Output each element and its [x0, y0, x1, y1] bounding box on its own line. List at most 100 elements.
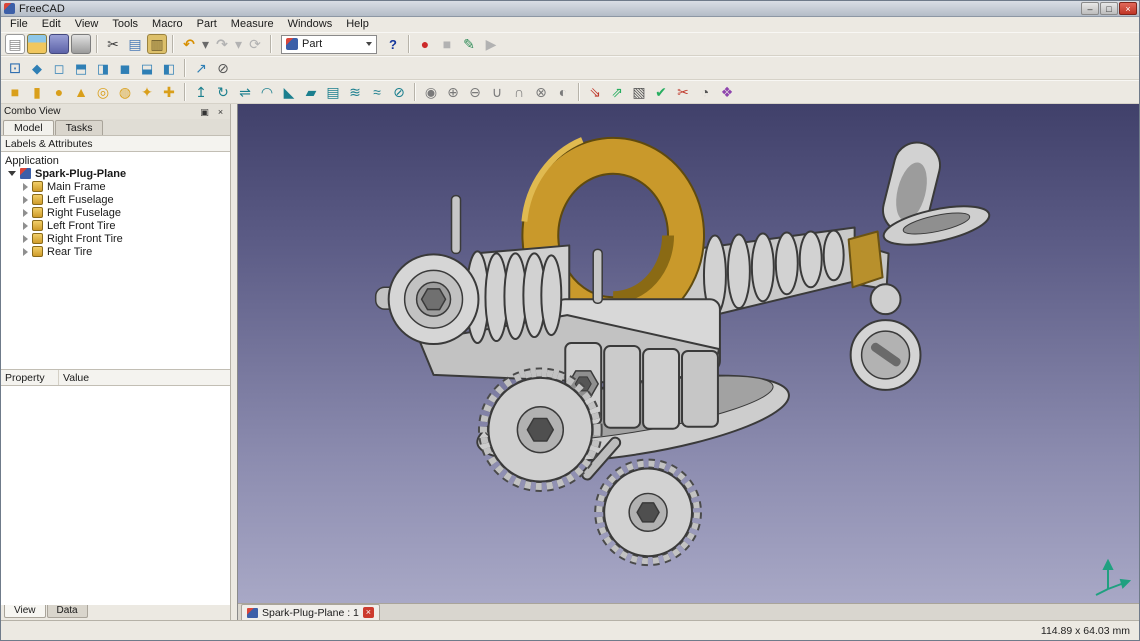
- tree-item[interactable]: Main Frame: [1, 180, 230, 193]
- redo-dropdown-icon[interactable]: ▾: [234, 34, 243, 54]
- menu-item[interactable]: Windows: [281, 17, 340, 32]
- undo-dropdown-icon[interactable]: ▾: [201, 34, 210, 54]
- macro-play-icon[interactable]: ▶: [481, 34, 501, 54]
- expander-icon[interactable]: [23, 247, 28, 256]
- refine-shape-icon[interactable]: ❖: [717, 82, 737, 102]
- menu-item[interactable]: Macro: [145, 17, 190, 32]
- defeaturing-icon[interactable]: ✂: [673, 82, 693, 102]
- make-face-icon[interactable]: ▰: [301, 82, 321, 102]
- connect-icon[interactable]: ⊗: [531, 82, 551, 102]
- expander-icon[interactable]: [23, 234, 28, 243]
- mirror-icon[interactable]: ⇌: [235, 82, 255, 102]
- tree-item[interactable]: Rear Tire: [1, 245, 230, 258]
- menu-item[interactable]: View: [68, 17, 106, 32]
- whatsthis-icon[interactable]: ?: [383, 34, 403, 54]
- close-panel-button[interactable]: ×: [214, 106, 227, 118]
- minimize-button[interactable]: –: [1081, 2, 1099, 15]
- bottom-view-icon[interactable]: ⬓: [137, 58, 157, 78]
- tab-tasks[interactable]: Tasks: [54, 120, 104, 135]
- tree-item[interactable]: Left Front Tire: [1, 219, 230, 232]
- rear-view-icon[interactable]: ◼: [115, 58, 135, 78]
- left-view-icon[interactable]: ◧: [159, 58, 179, 78]
- tab-view[interactable]: View: [4, 605, 46, 618]
- menu-item[interactable]: Help: [339, 17, 376, 32]
- check-geometry-icon[interactable]: ✔: [651, 82, 671, 102]
- tree-item-application[interactable]: Application: [1, 154, 230, 167]
- union-icon[interactable]: ∪: [487, 82, 507, 102]
- titlebar[interactable]: FreeCAD – □ ×: [1, 1, 1139, 17]
- expander-icon[interactable]: [23, 221, 28, 230]
- box-icon[interactable]: ■: [5, 82, 25, 102]
- tube-icon[interactable]: ◍: [115, 82, 135, 102]
- close-document-icon[interactable]: ×: [362, 607, 374, 618]
- intersection-icon[interactable]: ∩: [509, 82, 529, 102]
- boolean-cut-icon[interactable]: ⊖: [465, 82, 485, 102]
- macro-edit-icon[interactable]: ✎: [459, 34, 479, 54]
- tree-item[interactable]: Right Fuselage: [1, 206, 230, 219]
- menu-item[interactable]: Part: [190, 17, 224, 32]
- export-cad-icon[interactable]: ⇗: [607, 82, 627, 102]
- menu-item[interactable]: Measure: [224, 17, 281, 32]
- revolve-icon[interactable]: ↻: [213, 82, 233, 102]
- measure-distance-icon[interactable]: ↗: [191, 58, 211, 78]
- maximize-button[interactable]: □: [1100, 2, 1118, 15]
- expander-icon[interactable]: [23, 182, 28, 191]
- thickness-icon[interactable]: ◔: [695, 82, 715, 102]
- fillet-icon[interactable]: ◠: [257, 82, 277, 102]
- tree-item-document[interactable]: Spark-Plug-Plane: [1, 167, 230, 180]
- document-tab[interactable]: Spark-Plug-Plane : 1 ×: [241, 604, 380, 620]
- tree-item[interactable]: Left Fuselage: [1, 193, 230, 206]
- cylinder-icon[interactable]: ▮: [27, 82, 47, 102]
- menu-item[interactable]: Edit: [35, 17, 68, 32]
- macro-stop-icon[interactable]: ■: [437, 34, 457, 54]
- print-icon[interactable]: [71, 34, 91, 54]
- refresh-icon[interactable]: ⟳: [245, 34, 265, 54]
- new-file-icon[interactable]: ▤: [5, 34, 25, 54]
- close-button[interactable]: ×: [1119, 2, 1137, 15]
- workbench-selector[interactable]: Part: [281, 34, 377, 54]
- cone-icon[interactable]: ▲: [71, 82, 91, 102]
- open-file-icon[interactable]: [27, 34, 47, 54]
- front-view-icon[interactable]: ◻: [49, 58, 69, 78]
- ruled-surface-icon[interactable]: ▤: [323, 82, 343, 102]
- extrude-icon[interactable]: ↥: [191, 82, 211, 102]
- sphere-icon[interactable]: ●: [49, 82, 69, 102]
- axonometric-view-icon[interactable]: ◆: [27, 58, 47, 78]
- chamfer-icon[interactable]: ◣: [279, 82, 299, 102]
- undo-icon[interactable]: ↶: [179, 34, 199, 54]
- import-cad-icon[interactable]: ⇘: [585, 82, 605, 102]
- cut-icon[interactable]: ✂: [103, 34, 123, 54]
- menu-item[interactable]: File: [3, 17, 35, 32]
- chevron-down-icon: [366, 42, 372, 46]
- property-grid[interactable]: [1, 386, 230, 605]
- expander-icon[interactable]: [23, 208, 28, 217]
- loft-icon[interactable]: ≋: [345, 82, 365, 102]
- copy-icon[interactable]: ▤: [125, 34, 145, 54]
- right-view-icon[interactable]: ◨: [93, 58, 113, 78]
- menu-item[interactable]: Tools: [105, 17, 145, 32]
- expander-icon[interactable]: [23, 195, 28, 204]
- 3d-viewport[interactable]: [238, 104, 1139, 603]
- expander-icon[interactable]: [8, 171, 16, 176]
- box-selection-icon[interactable]: ▧: [629, 82, 649, 102]
- save-icon[interactable]: [49, 34, 69, 54]
- tab-data[interactable]: Data: [46, 605, 88, 618]
- panel-titlebar[interactable]: Combo View ▣ ×: [1, 104, 230, 119]
- redo-icon[interactable]: ↷: [212, 34, 232, 54]
- macro-record-icon[interactable]: ●: [415, 34, 435, 54]
- shape-builder-icon[interactable]: ✚: [159, 82, 179, 102]
- torus-icon[interactable]: ◎: [93, 82, 113, 102]
- fit-all-icon[interactable]: ⊡: [5, 58, 25, 78]
- primitives-icon[interactable]: ✦: [137, 82, 157, 102]
- boolean-icon[interactable]: ⊕: [443, 82, 463, 102]
- tree-item[interactable]: Right Front Tire: [1, 232, 230, 245]
- splitter-icon[interactable]: ◐: [553, 82, 573, 102]
- sweep-icon[interactable]: ≈: [367, 82, 387, 102]
- tab-model[interactable]: Model: [3, 120, 54, 135]
- paste-icon[interactable]: ▥: [147, 34, 167, 54]
- float-panel-button[interactable]: ▣: [198, 106, 211, 118]
- section-icon[interactable]: ⊘: [389, 82, 409, 102]
- top-view-icon[interactable]: ⬒: [71, 58, 91, 78]
- compound-icon[interactable]: ◉: [421, 82, 441, 102]
- measure-clear-icon[interactable]: ⊘: [213, 58, 233, 78]
